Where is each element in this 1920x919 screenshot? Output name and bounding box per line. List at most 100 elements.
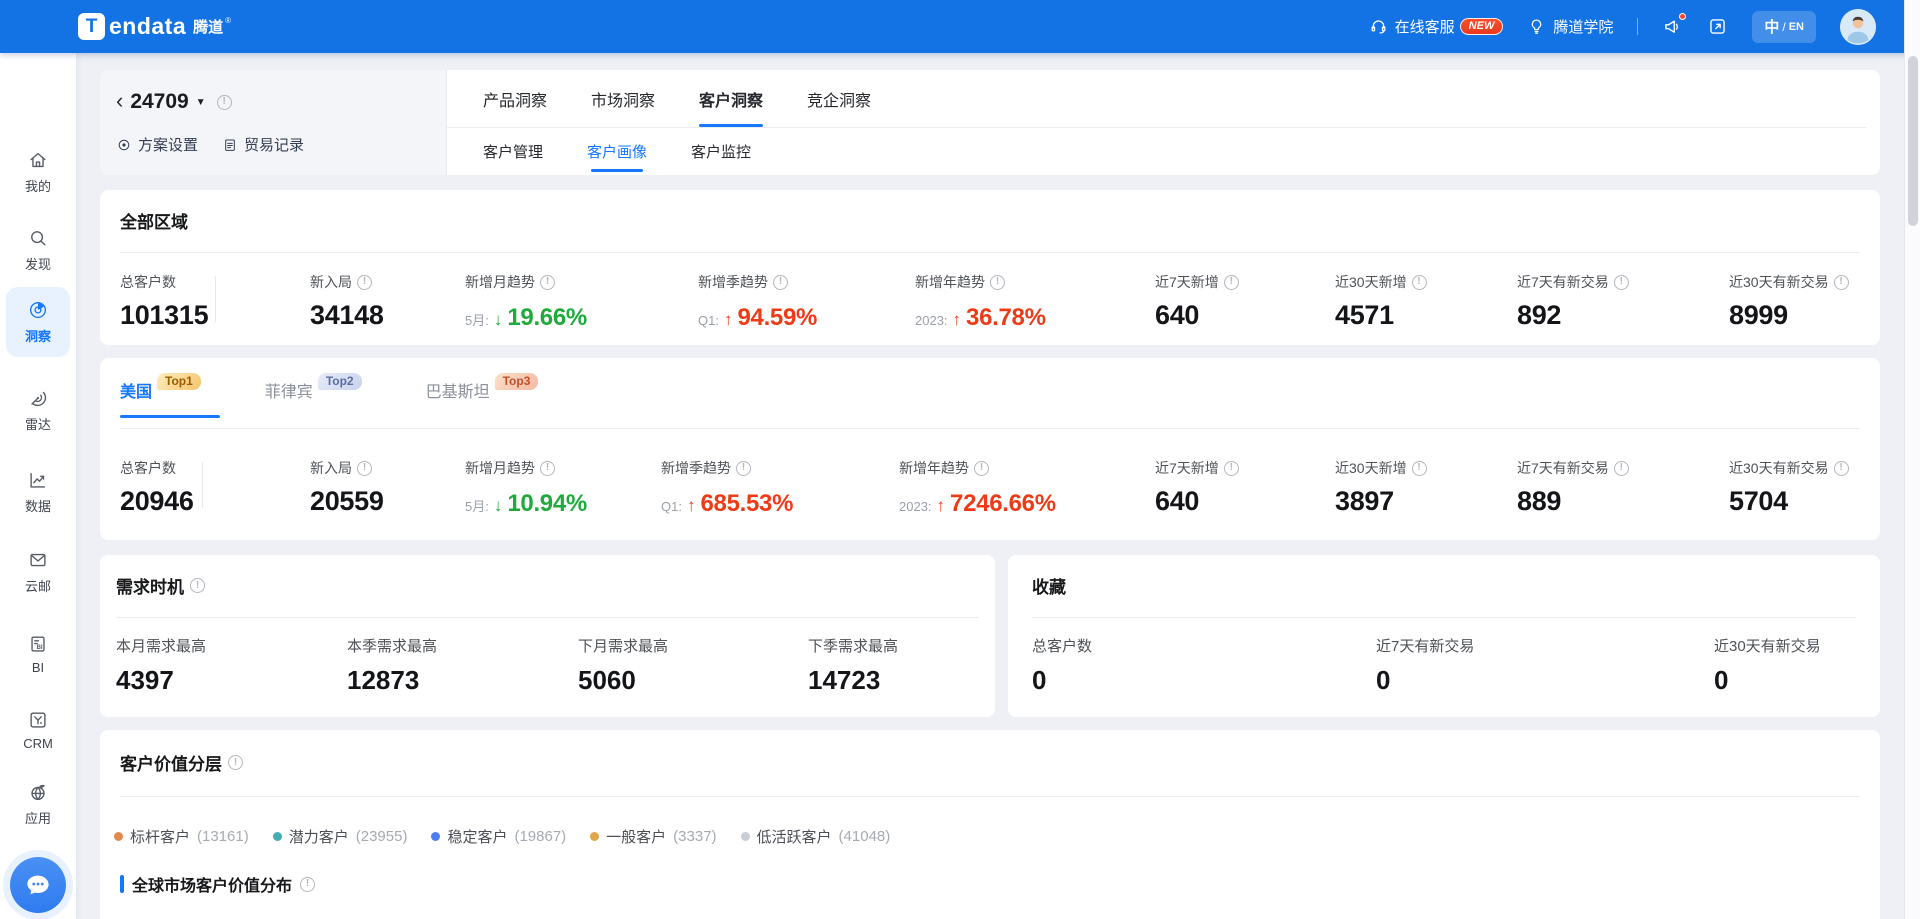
info-icon[interactable]: ! [300,877,315,892]
info-icon[interactable]: ! [540,275,555,290]
global-value-distribution-header: 全球市场客户价值分布 ! [120,872,315,896]
info-icon[interactable]: ! [1224,275,1239,290]
trend-arrow-icon: ↑ [724,310,733,330]
country-tab-pakistan[interactable]: 巴基斯坦 Top3 [426,378,539,418]
data-icon [27,469,49,491]
legend-inactive-customers[interactable]: 低活跃客户 (41048) [741,826,891,847]
subtab-customer-profile[interactable]: 客户画像 [587,127,647,175]
tab-competitor-insight[interactable]: 竞企洞察 [807,70,871,127]
country-tab-usa[interactable]: 美国 Top1 [120,378,201,418]
tab-product-insight[interactable]: 产品洞察 [483,70,547,127]
stat-new-30d: 近30天新增! 4571 [1335,272,1427,331]
tab-customer-insight[interactable]: 客户洞察 [699,70,763,127]
stat-trades-7d: 近7天有新交易! 889 [1517,458,1629,517]
academy-label: 腾道学院 [1553,16,1613,37]
bulb-icon [1527,17,1546,36]
top-header: T endata 腾道 ® 在线客服 NEW 腾道学院 中 / EN [0,0,1920,53]
online-service-link[interactable]: 在线客服 NEW [1369,16,1504,37]
tendata-logo[interactable]: T endata 腾道 ® [78,0,231,53]
tab-market-insight[interactable]: 市场洞察 [591,70,655,127]
expand-icon [1707,16,1728,37]
sidebar-item-crm[interactable]: CRM [6,695,70,765]
toolbar-card: ‹ 24709 ▼ ! 方案设置 贸易记录 产品洞察 市场洞察 客户洞察 竞企洞… [100,70,1880,175]
stat-trades-7d: 近7天有新交易! 892 [1517,272,1629,331]
avatar-person-icon [1840,9,1876,45]
info-icon[interactable]: ! [1614,275,1629,290]
plan-settings-button[interactable]: 方案设置 [116,134,198,155]
sidebar-item-cloudmail[interactable]: 云邮 [6,537,70,607]
value-legend: 标杆客户 (13161) 潜力客户 (23955) 稳定客户 (19867) 一… [114,826,890,847]
info-icon[interactable]: ! [1224,461,1239,476]
country-card: 美国 Top1 菲律宾 Top2 巴基斯坦 Top3 总客户数 20946 新入… [100,358,1880,540]
bi-icon: BI [27,633,49,655]
info-icon[interactable]: ! [357,461,372,476]
legend-general-customers[interactable]: 一般客户 (3337) [590,826,716,847]
sidebar-item-mine[interactable]: 我的 [6,137,70,207]
new-badge: NEW [1460,18,1504,35]
online-service-label: 在线客服 [1395,16,1455,37]
legend-stable-customers[interactable]: 稳定客户 (19867) [431,826,566,847]
plan-panel: ‹ 24709 ▼ ! 方案设置 贸易记录 [100,70,447,175]
sidebar-item-apps[interactable]: 应用 [6,769,70,839]
info-icon[interactable]: ! [228,755,243,770]
info-icon[interactable]: ! [1412,461,1427,476]
fullscreen-button[interactable] [1707,16,1728,37]
trade-records-button[interactable]: 贸易记录 [222,134,304,155]
stat-divider [215,276,216,322]
sub-tabs: 客户管理 客户画像 客户监控 [483,127,751,175]
scrollbar-thumb[interactable] [1908,56,1918,226]
top1-badge: Top1 [157,373,201,390]
divider [116,617,979,618]
crm-icon [27,709,49,731]
info-icon[interactable]: ! [357,275,372,290]
chevron-down-icon[interactable]: ▼ [196,97,206,108]
legend-potential-customers[interactable]: 潜力客户 (23955) [273,826,408,847]
announcements-button[interactable] [1662,16,1683,37]
sidebar-item-radar[interactable]: 雷达 [6,375,70,445]
info-icon[interactable]: ! [1614,461,1629,476]
stat-trades-30d: 近30天有新交易! 5704 [1729,458,1849,517]
page-scrollbar[interactable] [1904,0,1920,919]
mail-icon [27,549,49,571]
language-other: EN [1789,21,1804,33]
trend-arrow-icon: ↑ [937,496,946,516]
info-icon[interactable]: ! [1412,275,1427,290]
stat-new-7d: 近7天新增! 640 [1155,272,1239,331]
sidebar-item-data[interactable]: 数据 [6,457,70,527]
stat-yearly-trend: 新增年趋势! 2023: ↑ 36.78% [915,272,1046,332]
globe-leaf-icon [27,781,49,803]
info-icon[interactable]: ! [990,275,1005,290]
clipboard-icon [222,137,238,153]
stat-new-entrants: 新入局! 34148 [310,272,384,331]
info-icon[interactable]: ! [1834,275,1849,290]
trend-arrow-icon: ↓ [494,310,503,330]
academy-link[interactable]: 腾道学院 [1527,16,1613,37]
info-icon[interactable]: ! [190,578,205,593]
section-title: 收藏 [1032,573,1066,598]
logo-wordmark: endata [109,13,186,40]
language-separator: / [1782,20,1785,34]
info-icon[interactable]: ! [217,95,232,110]
sidebar-item-discover[interactable]: 发现 [6,215,70,285]
info-icon[interactable]: ! [974,461,989,476]
info-icon[interactable]: ! [1834,461,1849,476]
language-toggle[interactable]: 中 / EN [1752,11,1816,43]
legend-benchmark-customers[interactable]: 标杆客户 (13161) [114,826,249,847]
info-icon[interactable]: ! [540,461,555,476]
plan-id[interactable]: 24709 [130,90,188,114]
divider [120,428,1860,429]
country-tab-philippines[interactable]: 菲律宾 Top2 [265,378,362,418]
back-button[interactable]: ‹ [116,90,123,112]
info-icon[interactable]: ! [773,275,788,290]
search-icon [27,227,49,249]
sidebar-item-bi[interactable]: BI BI [6,619,70,689]
subtab-customer-management[interactable]: 客户管理 [483,127,543,175]
info-icon[interactable]: ! [736,461,751,476]
sidebar-item-insight[interactable]: 洞察 [6,287,70,357]
user-avatar[interactable] [1840,9,1876,45]
subtab-customer-monitoring[interactable]: 客户监控 [691,127,751,175]
all-regions-card: 全部区域 总客户数 101315 新入局! 34148 新增月趋势! 5月: ↓… [100,190,1880,345]
stat-new-7d: 近7天新增! 640 [1155,458,1239,517]
legend-dot-icon [273,832,282,841]
chat-support-button[interactable] [10,857,66,913]
